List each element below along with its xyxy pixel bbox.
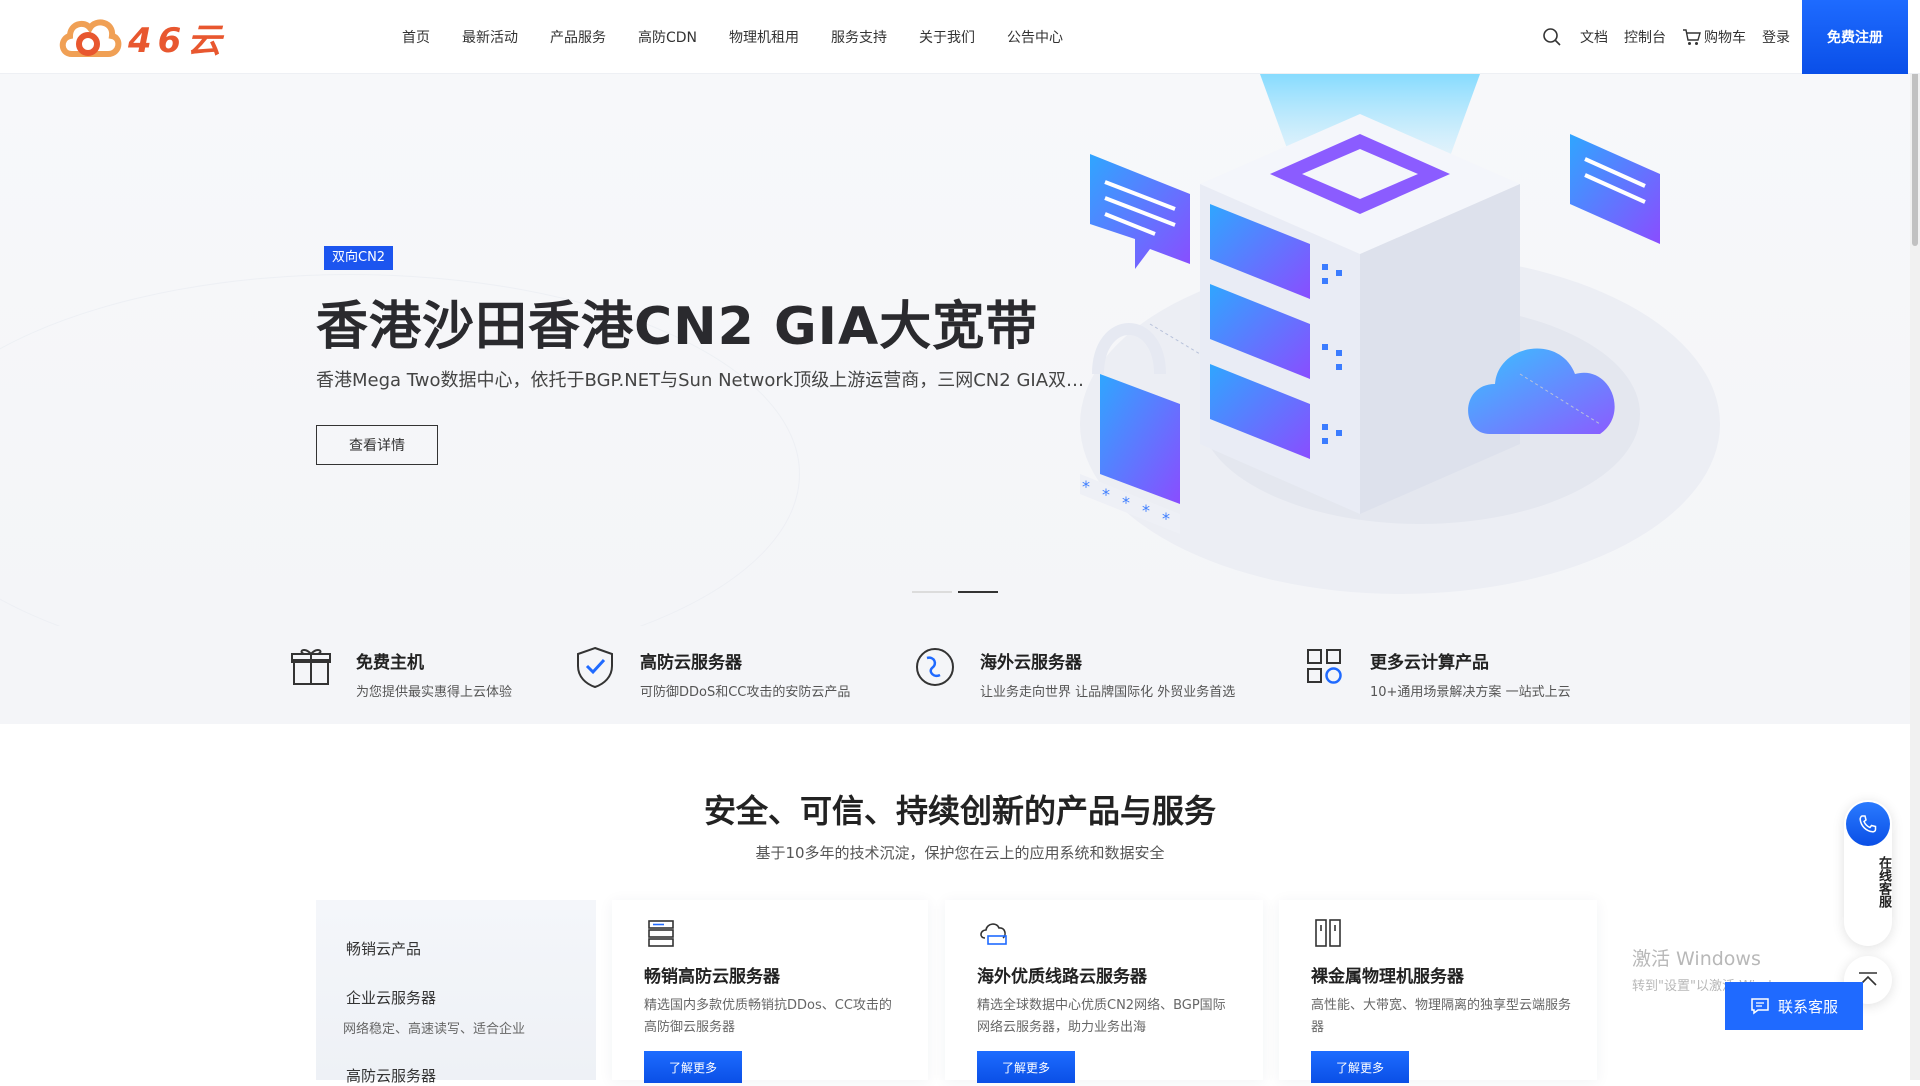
logo-cloud-icon [59,19,122,57]
rack-icon [1315,919,1341,947]
feature-overseas-server[interactable]: 海外云服务器 让业务走向世界 让品牌国际化 外贸业务首选 [912,644,1235,700]
logo-text: 46云 [128,20,228,61]
product-card: 畅销高防云服务器 精选国内多款优质畅销抗DDos、CC攻击的高防御云服务器 了解… [612,900,928,1083]
register-button[interactable]: 免费注册 [1802,0,1908,74]
main-nav: 首页 最新活动 产品服务 高防CDN 物理机租用 服务支持 关于我们 公告中心 [402,0,1095,74]
nav-products[interactable]: 产品服务 [550,27,606,47]
learn-more-button[interactable]: 了解更多 [644,1051,742,1083]
online-service-widget[interactable]: 在线客服 [1844,800,1892,946]
svg-text:*: * [1162,509,1170,528]
logo[interactable]: 46云 [58,12,227,62]
hero-description: 香港Mega Two数据中心，依托于BGP.NET与Sun Network顶级上… [316,370,1086,391]
view-details-button[interactable]: 查看详情 [316,425,438,465]
console-link[interactable]: 控制台 [1624,27,1666,47]
feature-title: 更多云计算产品 [1370,653,1489,673]
feature-free-host[interactable]: 免费主机 为您提供最实惠得上云体验 [288,644,512,700]
contact-service-button[interactable]: 联系客服 [1725,982,1863,1030]
category-label: 高防云服务器 [346,1067,437,1085]
svg-text:*: * [1102,485,1110,504]
learn-more-button[interactable]: 了解更多 [1311,1051,1409,1083]
login-link[interactable]: 登录 [1762,27,1790,47]
svg-text:*: * [1142,501,1150,520]
product-card: 海外优质线路云服务器 精选全球数据中心优质CN2网络、BGP国际网络云服务器，助… [945,900,1263,1083]
learn-more-button[interactable]: 了解更多 [977,1051,1075,1083]
cart-link[interactable]: 购物车 [1682,27,1746,47]
grid-icon [1307,649,1342,684]
cart-label: 购物车 [1704,30,1746,46]
phone-icon [1846,802,1890,846]
carousel-indicators [912,591,1004,593]
svg-text:*: * [1122,493,1130,512]
category-label: 企业云服务器 [346,989,437,1007]
feature-desc: 可防御DDoS和CC攻击的安防云产品 [640,685,851,700]
card-title: 畅销高防云服务器 [644,967,780,987]
feature-more-products[interactable]: 更多云计算产品 10+通用场景解决方案 一站式上云 [1302,644,1571,700]
feature-title: 高防云服务器 [640,653,742,673]
server-list-icon [648,920,674,947]
card-title: 裸金属物理机服务器 [1311,967,1464,987]
header-actions: 文档 控制台 购物车 登录 [1526,0,1790,74]
docs-link[interactable]: 文档 [1580,27,1608,47]
svg-text:*: * [1082,477,1090,496]
hero-title: 香港沙田香港CN2 GIA大宽带 [316,297,1039,357]
category-bestseller[interactable]: 畅销云产品 [346,938,596,959]
card-desc: 精选国内多款优质畅销抗DDos、CC攻击的高防御云服务器 [644,998,892,1035]
nav-announcements[interactable]: 公告中心 [1007,27,1063,47]
carousel-dot-1[interactable] [912,591,952,593]
top-header: 46云 首页 最新活动 产品服务 高防CDN 物理机租用 服务支持 关于我们 公… [0,0,1920,74]
gift-icon [291,648,331,685]
category-enterprise[interactable]: 企业云服务器 网络稳定、高速读写、适合企业 [343,987,596,1037]
search-icon [1543,28,1561,46]
card-desc: 精选全球数据中心优质CN2网络、BGP国际网络云服务器，助力业务出海 [977,998,1226,1035]
cart-icon [1683,29,1701,45]
cloud-server-icon [980,923,1007,945]
nav-support[interactable]: 服务支持 [831,27,887,47]
online-service-label: 在线客服 [1876,856,1891,908]
shield-icon [577,646,613,689]
category-sub: 网络稳定、高速读写、适合企业 [343,1022,526,1037]
card-desc: 高性能、大带宽、物理隔离的独享型云端服务器 [1311,998,1572,1035]
contact-label: 联系客服 [1777,997,1838,1016]
page-scrollbar[interactable] [1910,0,1920,1080]
search-button[interactable] [1542,27,1564,47]
nav-home[interactable]: 首页 [402,27,430,47]
card-title: 海外优质线路云服务器 [977,967,1147,987]
nav-activities[interactable]: 最新活动 [462,27,518,47]
feature-title: 海外云服务器 [980,653,1082,673]
nav-cdn[interactable]: 高防CDN [638,27,697,47]
server-illustration: * * * * * [1080,74,1720,594]
chat-icon [1751,998,1769,1015]
hero-badge: 双向CN2 [324,246,394,270]
category-label: 畅销云产品 [346,940,422,958]
nav-about[interactable]: 关于我们 [919,27,975,47]
feature-desc: 为您提供最实惠得上云体验 [356,685,513,700]
category-ddos[interactable]: 高防云服务器 [346,1065,596,1086]
feature-title: 免费主机 [356,653,424,673]
feature-desc: 让业务走向世界 让品牌国际化 外贸业务首选 [980,685,1236,700]
section-title: 安全、可信、持续创新的产品与服务 [703,792,1216,830]
feature-ddos-server[interactable]: 高防云服务器 可防御DDoS和CC攻击的安防云产品 [572,644,850,700]
product-card: 裸金属物理机服务器 高性能、大带宽、物理隔离的独享型云端服务器 了解更多 [1279,900,1597,1083]
features-bar: 免费主机 为您提供最实惠得上云体验 高防云服务器 可防御DDoS和CC攻击的安防… [0,626,1920,724]
feature-desc: 10+通用场景解决方案 一站式上云 [1370,685,1571,700]
watermark-line1: 激活 Windows [1632,948,1761,970]
nav-bare-metal[interactable]: 物理机租用 [729,27,799,47]
product-category-sidebar: 畅销云产品 企业云服务器 网络稳定、高速读写、适合企业 高防云服务器 [316,900,596,1085]
carousel-dot-2[interactable] [958,591,998,593]
globe-icon [916,648,954,686]
section-subtitle: 基于10多年的技术沉淀，保护您在云上的应用系统和数据安全 [755,844,1165,862]
